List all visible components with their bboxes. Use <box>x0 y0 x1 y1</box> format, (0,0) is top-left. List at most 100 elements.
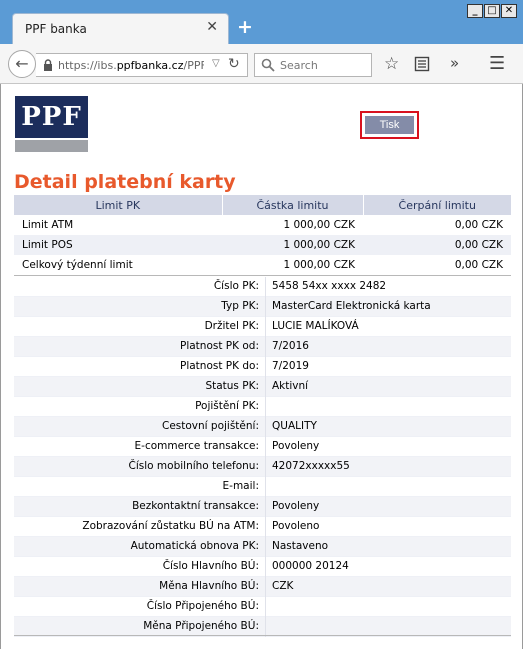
detail-row: Zobrazování zůstatku BÚ na ATM: Povoleno <box>14 517 511 537</box>
maximize-button[interactable]: □ <box>484 4 500 18</box>
limit-amount: 1 000,00 CZK <box>222 235 363 255</box>
detail-row: E-mail: <box>14 477 511 497</box>
detail-row: Měna Hlavního BÚ: CZK <box>14 577 511 597</box>
detail-row: Pojištění PK: <box>14 397 511 417</box>
detail-value: 7/2016 <box>272 340 309 352</box>
reload-icon[interactable]: ↻ <box>228 56 240 72</box>
detail-label: Zobrazování zůstatku BÚ na ATM: <box>82 520 259 532</box>
detail-label: Cestovní pojištění: <box>161 420 259 432</box>
detail-label: Platnost PK od: <box>180 340 259 352</box>
print-button-frame: Tisk <box>360 111 419 139</box>
navigation-bar: ← https://ibs.ppfbanka.cz/PPFIE ▽ ↻ Sear… <box>0 44 523 84</box>
limit-used: 0,00 CZK <box>363 235 511 255</box>
new-tab-button[interactable]: + <box>237 16 253 38</box>
browser-chrome: PPF banka ✕ + _ □ ✕ ← https://ibs.ppfban… <box>0 0 523 84</box>
detail-row: Držitel PK: LUCIE MALÍKOVÁ <box>14 317 511 337</box>
detail-label: E-commerce transakce: <box>134 440 259 452</box>
tab-title: PPF banka <box>25 22 87 36</box>
detail-row: Číslo PK: 5458 54xx xxxx 2482 <box>14 277 511 297</box>
detail-label: Status PK: <box>205 380 259 392</box>
detail-row: Číslo mobilního telefonu: 42072xxxxx55 <box>14 457 511 477</box>
detail-label: Bezkontaktní transakce: <box>132 500 259 512</box>
detail-label: Číslo mobilního telefonu: <box>128 460 259 472</box>
table-row: Limit ATM 1 000,00 CZK 0,00 CZK <box>14 215 511 235</box>
back-button[interactable]: ← <box>8 50 36 78</box>
page-content: PPF Tisk Detail platební karty Limit PK … <box>0 84 523 649</box>
card-detail-list: Číslo PK: 5458 54xx xxxx 2482 Typ PK: Mast… <box>14 277 511 637</box>
detail-value: 5458 54xx xxxx 2482 <box>272 280 387 292</box>
table-row: Limit POS 1 000,00 CZK 0,00 CZK <box>14 235 511 255</box>
detail-label: Číslo Hlavního BÚ: <box>162 560 259 572</box>
detail-label: Měna Hlavního BÚ: <box>159 580 259 592</box>
detail-value: Povoleno <box>272 520 320 532</box>
logo-bar <box>15 140 88 152</box>
detail-row: Číslo Připojeného BÚ: <box>14 597 511 617</box>
lock-icon <box>44 59 52 71</box>
url-dropdown-icon[interactable]: ▽ <box>212 58 220 69</box>
detail-value: Povoleny <box>272 500 320 512</box>
detail-value: 000000 20124 <box>272 560 349 572</box>
detail-value: Nastaveno <box>272 540 329 552</box>
detail-row: Automatická obnova PK: Nastaveno <box>14 537 511 557</box>
limit-used: 0,00 CZK <box>454 219 503 231</box>
url-bar[interactable]: https://ibs.ppfbanka.cz/PPFIE ▽ ↻ <box>36 53 248 77</box>
reader-view-icon[interactable] <box>414 56 430 72</box>
url-scheme: https://ibs. <box>58 59 117 72</box>
tab-strip: PPF banka ✕ + _ □ ✕ <box>0 0 523 44</box>
bookmark-star-icon[interactable]: ☆ <box>384 54 399 74</box>
divider <box>14 275 511 276</box>
detail-label: Platnost PK do: <box>180 360 259 372</box>
window-controls: _ □ ✕ <box>466 4 517 18</box>
detail-value: Povoleny <box>272 440 320 452</box>
search-input[interactable]: Search <box>280 59 318 72</box>
overflow-chevron-icon[interactable]: » <box>450 54 459 72</box>
url-path: /PPFIE <box>183 59 204 72</box>
detail-label: Typ PK: <box>221 300 259 312</box>
detail-value: LUCIE MALÍKOVÁ <box>272 320 359 332</box>
detail-row: E-commerce transakce: Povoleny <box>14 437 511 457</box>
minimize-button[interactable]: _ <box>467 4 483 18</box>
detail-label: Měna Připojeného BÚ: <box>143 620 259 632</box>
detail-value: QUALITY <box>272 420 317 432</box>
detail-row: Číslo Hlavního BÚ: 000000 20124 <box>14 557 511 577</box>
detail-row: Cestovní pojištění: QUALITY <box>14 417 511 437</box>
detail-row: Typ PK: MasterCard Elektronická karta <box>14 297 511 317</box>
detail-row: Platnost PK do: 7/2019 <box>14 357 511 377</box>
detail-value: Aktivní <box>272 380 309 392</box>
limit-name: Limit ATM <box>22 219 74 231</box>
ppf-logo: PPF <box>15 96 89 154</box>
detail-value: 7/2019 <box>272 360 309 372</box>
browser-tab[interactable]: PPF banka ✕ <box>12 13 229 44</box>
limit-name: Limit POS <box>14 235 222 255</box>
detail-row: Platnost PK od: 7/2016 <box>14 337 511 357</box>
url-text: https://ibs.ppfbanka.cz/PPFIE <box>58 59 204 72</box>
print-button[interactable]: Tisk <box>365 116 414 134</box>
detail-label: Držitel PK: <box>204 320 259 332</box>
hamburger-menu-icon[interactable]: ☰ <box>489 53 505 74</box>
detail-label: E-mail: <box>222 480 259 492</box>
detail-label: Automatická obnova PK: <box>130 540 259 552</box>
column-header-used: Čerpání limitu <box>363 195 511 215</box>
limit-used: 0,00 CZK <box>454 259 503 271</box>
detail-label: Číslo PK: <box>213 280 259 292</box>
detail-value: MasterCard Elektronická karta <box>272 300 431 312</box>
detail-row: Měna Připojeného BÚ: <box>14 617 511 637</box>
logo-text: PPF <box>15 96 88 138</box>
limit-name: Celkový týdenní limit <box>22 259 133 271</box>
close-window-button[interactable]: ✕ <box>501 4 517 18</box>
column-header-amount: Částka limitu <box>222 195 364 215</box>
limit-amount: 1 000,00 CZK <box>283 259 355 271</box>
detail-value: CZK <box>272 580 294 592</box>
tab-close-icon[interactable]: ✕ <box>206 19 218 35</box>
column-header-limit: Limit PK <box>14 195 223 215</box>
detail-value: 42072xxxxx55 <box>272 460 350 472</box>
limits-header-row: Limit PK Částka limitu Čerpání limitu <box>14 195 511 215</box>
divider <box>14 635 511 636</box>
detail-row: Status PK: Aktivní <box>14 377 511 397</box>
limits-table: Limit PK Částka limitu Čerpání limitu Li… <box>14 195 511 275</box>
search-icon <box>261 58 275 72</box>
table-row: Celkový týdenní limit 1 000,00 CZK 0,00 … <box>14 255 511 275</box>
back-arrow-icon: ← <box>15 54 29 73</box>
detail-label: Pojištění PK: <box>195 400 259 412</box>
search-bar[interactable]: Search <box>254 53 372 77</box>
